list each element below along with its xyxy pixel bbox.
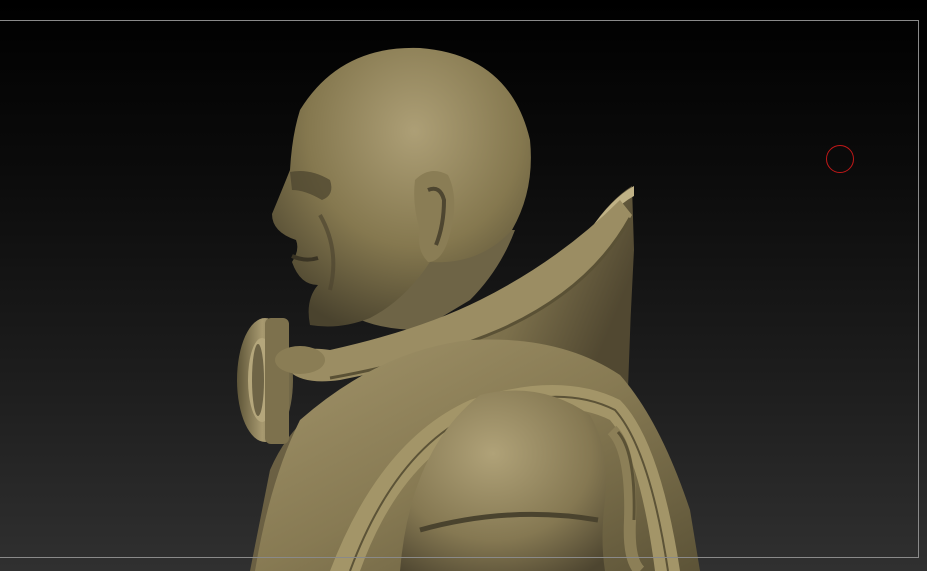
sculpt-model[interactable] [0, 0, 927, 571]
brush-circle-icon [826, 145, 854, 173]
sculpt-viewport[interactable] [0, 0, 927, 571]
